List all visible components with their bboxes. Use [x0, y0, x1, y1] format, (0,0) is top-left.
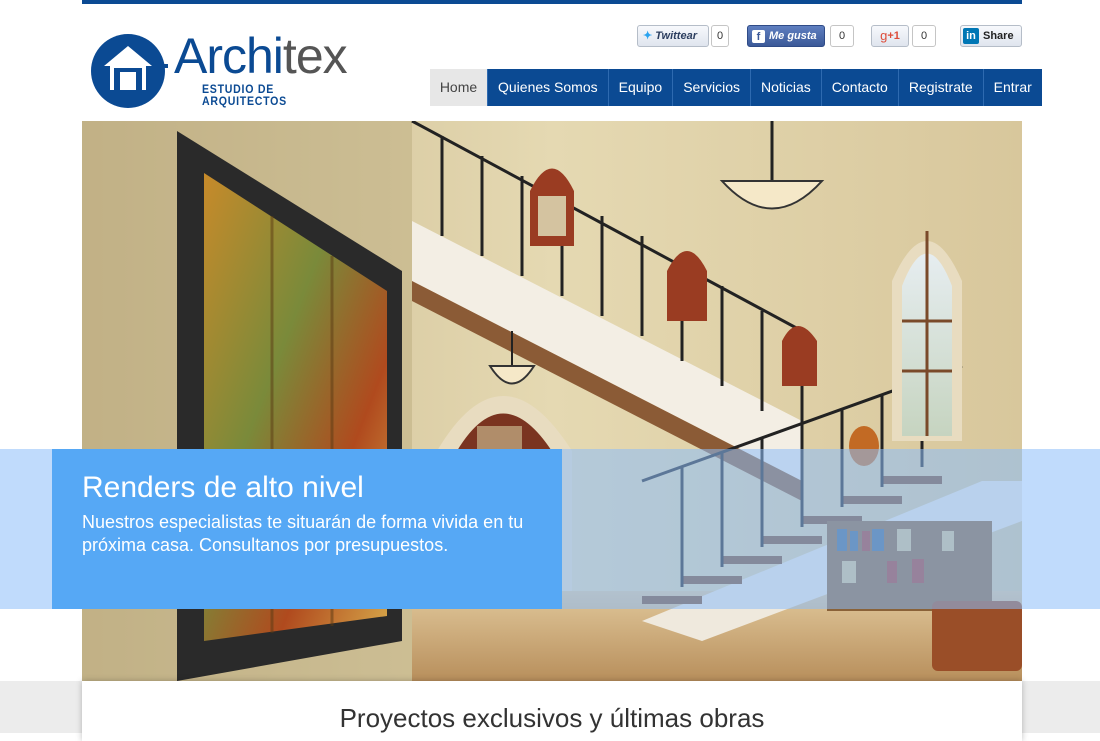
linkedin-share-label: Share [983, 30, 1014, 42]
facebook-like-button[interactable]: f Me gusta [747, 25, 825, 47]
google-plus-label: +1 [887, 30, 900, 42]
logo[interactable]: Architex ESTUDIO DE ARQUITECTOS [90, 28, 350, 110]
linkedin-share-button[interactable]: in Share [960, 25, 1022, 47]
section-title: Proyectos exclusivos y últimas obras [339, 703, 765, 733]
twitter-count: 0 [711, 25, 729, 47]
nav-home[interactable]: Home [430, 69, 487, 106]
logo-tagline: ESTUDIO DE ARQUITECTOS [202, 84, 287, 108]
nav-contacto[interactable]: Contacto [820, 69, 898, 106]
hero-caption: Renders de alto nivel Nuestros especiali… [52, 449, 562, 609]
google-plus-count: 0 [912, 25, 936, 47]
facebook-count: 0 [830, 25, 854, 47]
nav-registrate[interactable]: Registrate [897, 69, 983, 106]
hero-title: Renders de alto nivel [82, 471, 364, 504]
main-nav: Home Quienes Somos Equipo Servicios Noti… [430, 69, 1042, 106]
nav-quienes-somos[interactable]: Quienes Somos [487, 69, 608, 106]
facebook-icon: f [752, 29, 765, 43]
facebook-button-label: Me gusta [769, 30, 817, 42]
google-plus-icon: g [880, 28, 888, 43]
house-logo-icon [91, 34, 168, 108]
hero-text: Nuestros especialistas te situarán de fo… [82, 512, 524, 555]
nav-entrar[interactable]: Entrar [982, 69, 1042, 106]
twitter-button-label: Twittear [655, 30, 697, 42]
twitter-button[interactable]: ✦ Twittear [637, 25, 709, 47]
nav-servicios[interactable]: Servicios [672, 69, 750, 106]
linkedin-icon: in [963, 28, 979, 44]
logo-wordmark: Architex [174, 28, 348, 84]
twitter-bird-icon: ✦ [643, 30, 653, 42]
nav-noticias[interactable]: Noticias [750, 69, 821, 106]
top-accent-bar [82, 0, 1022, 4]
nav-equipo[interactable]: Equipo [607, 69, 673, 106]
google-plus-button[interactable]: g +1 [871, 25, 909, 47]
projects-section: Proyectos exclusivos y últimas obras [82, 681, 1022, 741]
